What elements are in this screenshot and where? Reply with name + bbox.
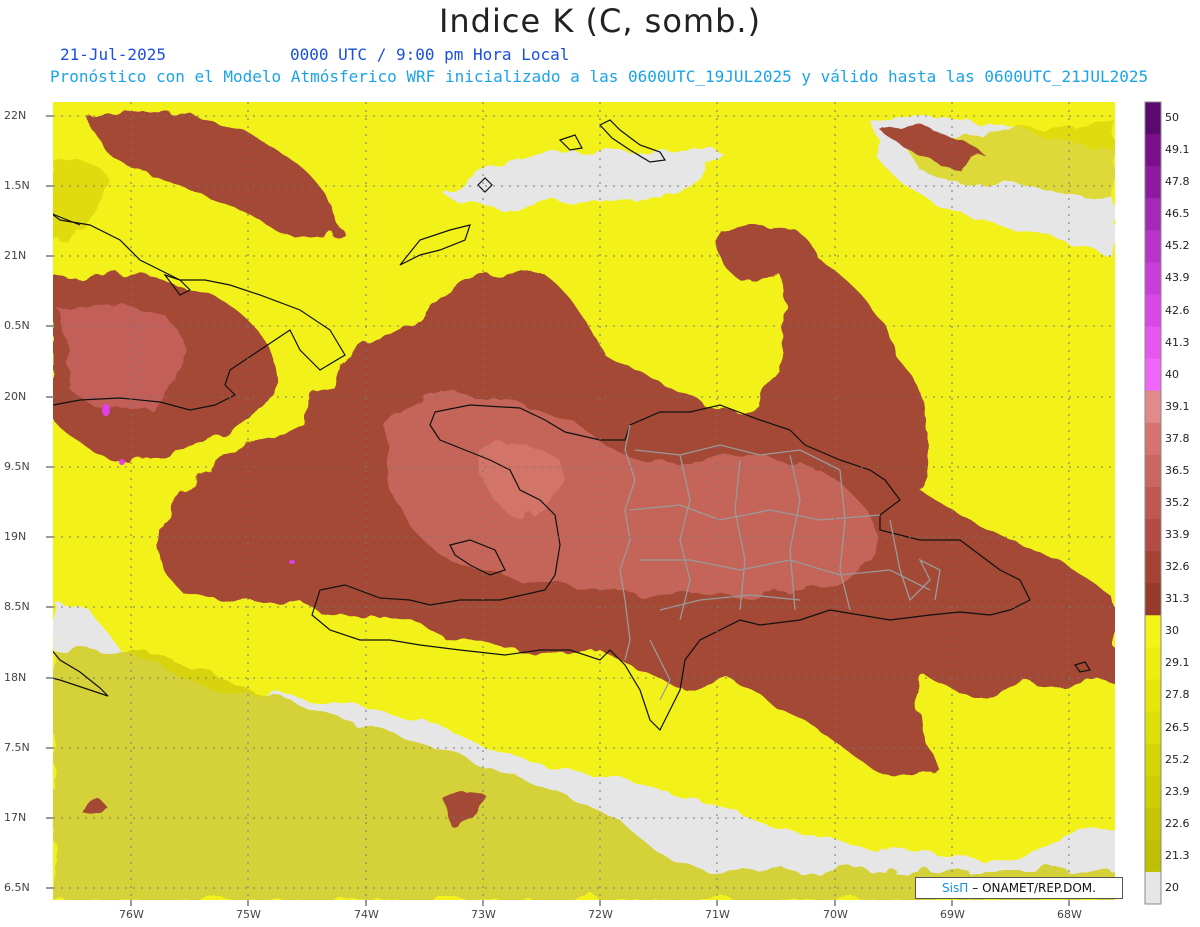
lat-label: 8.5N [4, 600, 30, 613]
lon-label: 75W [236, 908, 261, 921]
colorbar-segment [1145, 519, 1161, 552]
colorbar-label: 39.1 [1165, 399, 1190, 413]
colorbar-label: 26.5 [1165, 720, 1190, 734]
colorbar-label: 22.6 [1165, 816, 1190, 830]
colorbar-segment [1145, 358, 1161, 392]
colorbar-label: 25.2 [1165, 752, 1190, 766]
lon-label: 68W [1057, 908, 1082, 921]
lon-label: 69W [940, 908, 965, 921]
colorbar [1144, 101, 1162, 905]
colorbar-segment [1145, 775, 1161, 809]
lat-label: 21N [4, 249, 27, 262]
colorbar-segment [1145, 486, 1161, 520]
colorbar-segment [1145, 134, 1161, 167]
lon-label: 74W [354, 908, 379, 921]
colorbar-segment [1145, 807, 1161, 841]
k-index-field [53, 102, 1115, 900]
lon-label: 71W [705, 908, 730, 921]
high-k-spot [102, 404, 110, 416]
colorbar-segment [1145, 102, 1161, 135]
colorbar-segment [1145, 262, 1161, 295]
sispi-logo: SisΠ [942, 881, 969, 895]
colorbar-label: 50 [1165, 111, 1179, 125]
lat-label: 0.5N [4, 319, 30, 332]
colorbar-label: 33.9 [1165, 528, 1190, 542]
colorbar-label: 43.9 [1165, 271, 1190, 285]
lat-label: 19N [4, 530, 27, 543]
lat-label: 22N [4, 109, 27, 122]
colorbar-segment [1145, 422, 1161, 456]
lat-label: 18N [4, 671, 27, 684]
colorbar-label: 30 [1165, 624, 1179, 638]
colorbar-label: 29.1 [1165, 656, 1190, 670]
colorbar-label: 47.8 [1165, 175, 1190, 189]
colorbar-segment [1145, 166, 1161, 199]
colorbar-label: 35.2 [1165, 496, 1190, 509]
colorbar-segment [1145, 743, 1161, 777]
colorbar-label: 31.3 [1165, 592, 1190, 606]
colorbar-label: 37.8 [1165, 431, 1190, 445]
colorbar-segment [1145, 647, 1161, 680]
lon-label: 70W [823, 908, 848, 921]
colorbar-label: 49.1 [1165, 143, 1190, 157]
lat-label: 7.5N [4, 741, 30, 754]
colorbar-label: 45.2 [1165, 239, 1190, 253]
colorbar-label: 42.6 [1165, 303, 1190, 317]
lon-label: 72W [588, 908, 613, 921]
colorbar-segment [1145, 390, 1161, 424]
colorbar-label: 20 [1165, 880, 1179, 894]
colorbar-label: 21.3 [1165, 848, 1190, 862]
colorbar-label: 36.5 [1165, 463, 1190, 477]
colorbar-label: 32.6 [1165, 560, 1190, 574]
lat-label: 6.5N [4, 881, 30, 894]
colorbar-segment [1145, 294, 1161, 328]
colorbar-segment [1145, 326, 1161, 360]
lon-label: 76W [119, 908, 144, 921]
colorbar-label: 23.9 [1165, 784, 1190, 798]
credit-box: SisΠ – ONAMET/REP.DOM. [915, 877, 1123, 899]
high-k-spot [289, 560, 295, 564]
colorbar-segment [1145, 230, 1161, 263]
lat-label: 17N [4, 811, 27, 824]
colorbar-segment [1145, 583, 1161, 616]
colorbar-segment [1145, 454, 1161, 488]
credit-org: – ONAMET/REP.DOM. [972, 881, 1096, 895]
colorbar-label: 46.5 [1165, 207, 1190, 221]
high-k-spot [119, 459, 125, 465]
k-index-map [46, 101, 1162, 906]
colorbar-segment [1145, 679, 1161, 713]
lon-label: 73W [471, 908, 496, 921]
colorbar-segment [1145, 839, 1161, 873]
lat-label: 9.5N [4, 460, 30, 473]
colorbar-label: 40 [1165, 367, 1179, 381]
colorbar-segment [1145, 871, 1161, 905]
lat-label: 1.5N [4, 179, 30, 192]
colorbar-label: 41.3 [1165, 335, 1190, 349]
colorbar-segment [1145, 615, 1161, 648]
colorbar-segment [1145, 711, 1161, 745]
colorbar-segment [1145, 551, 1161, 584]
lat-label: 20N [4, 390, 27, 403]
colorbar-label: 27.8 [1165, 688, 1190, 702]
colorbar-segment [1145, 198, 1161, 231]
